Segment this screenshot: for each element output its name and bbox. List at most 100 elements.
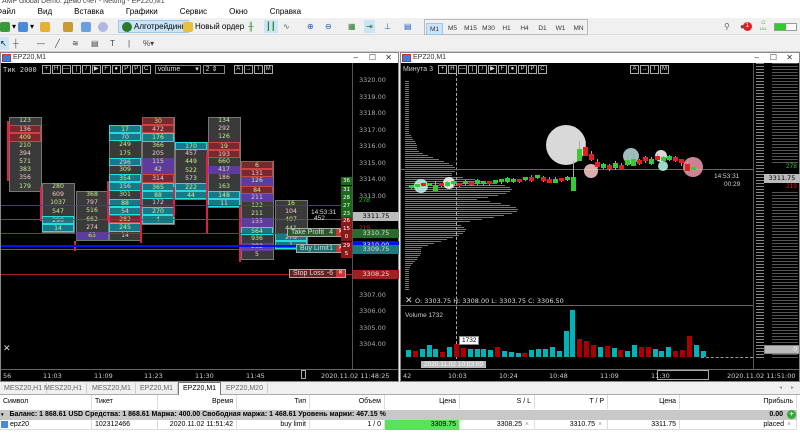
tab-epz20-m1-active[interactable]: EPZ20,M1 (178, 382, 222, 395)
cloud-button[interactable] (81, 20, 91, 33)
menu-help[interactable]: Справка (270, 6, 309, 18)
timeframe-m1[interactable]: M1 (426, 23, 443, 35)
vline-button[interactable]: | (128, 37, 130, 50)
timeframe-d1[interactable]: D1 (534, 23, 551, 35)
line-chart-button[interactable]: ∿ (283, 20, 290, 33)
take-profit-order[interactable]: Take Profit4✕ (287, 227, 346, 237)
ladder-tick (756, 345, 764, 346)
column-header[interactable]: S / L (460, 395, 535, 409)
volume-bar (680, 349, 685, 357)
column-header[interactable]: Цена (385, 395, 460, 409)
time-tick: 11:30 (195, 372, 214, 380)
dom-bid-level[interactable]: 29 (341, 241, 352, 250)
volume-bar (659, 351, 665, 357)
column-header[interactable]: Объем (310, 395, 385, 409)
crosshair-button[interactable]: ┼ (13, 37, 19, 50)
dom-ask-level[interactable]: 36 (341, 177, 352, 186)
column-header[interactable]: Символ (0, 395, 92, 409)
scroll-right-button[interactable]: ▸ (791, 384, 794, 391)
dom-ask-level[interactable]: 27 (341, 201, 352, 210)
column-header[interactable]: T / P (535, 395, 608, 409)
dom-ask-level[interactable]: 31 (341, 185, 352, 194)
buy-limit-order[interactable]: Buy Limit1✕ (296, 244, 346, 254)
menu-tools[interactable]: Сервис (180, 6, 215, 18)
tab-mesz20-m1[interactable]: MESZ20,M1 (88, 383, 136, 395)
bar-timer: 14:53:31 (714, 173, 740, 180)
menu-view[interactable]: Вид (38, 6, 60, 18)
remove-icon[interactable]: × (525, 420, 529, 430)
price-tick: 3316.00 (359, 142, 386, 150)
zoom-out-button[interactable]: ⊖ (325, 20, 332, 33)
templates-button[interactable]: ▤ (404, 20, 412, 33)
trendline-button[interactable]: ╱ (55, 37, 60, 50)
column-header[interactable]: Прибыль (680, 395, 797, 409)
column-header[interactable]: Время (158, 395, 237, 409)
scroll-handle[interactable] (301, 370, 306, 379)
new-chart-button[interactable]: ▾ (0, 20, 16, 33)
scroll-left-button[interactable]: ◂ (779, 384, 782, 391)
algotrading-button[interactable]: Алготрейдинг (118, 20, 189, 33)
add-icon[interactable]: + (787, 410, 796, 419)
more-tools-button[interactable]: %▾ (143, 37, 154, 50)
close-icon[interactable]: ✕ (336, 269, 345, 277)
price-ladder[interactable]: 278 3311.75 219 (754, 63, 800, 361)
hline-button[interactable]: — (37, 37, 45, 50)
timeframe-w1[interactable]: W1 (552, 23, 569, 35)
menu-file[interactable]: Файл (0, 6, 24, 18)
navigator-button[interactable] (40, 20, 50, 33)
ladder-tick (756, 93, 764, 94)
ladder-tick (756, 114, 764, 115)
timeframe-h4[interactable]: H4 (516, 23, 533, 35)
timeframe-m15[interactable]: M15 (462, 23, 479, 35)
bar-chart-button[interactable]: ╫ (248, 20, 254, 33)
chart-shift-button[interactable]: ⊥ (384, 20, 391, 33)
volume-profile-bar (405, 289, 409, 291)
candle-chart-button[interactable]: ┃┃ (264, 20, 278, 33)
menu-window[interactable]: Окно (229, 6, 256, 18)
text-button[interactable]: T (110, 37, 115, 50)
dom-ask-level[interactable]: 28 (341, 193, 352, 202)
dom-bid-level[interactable]: 26 (341, 216, 352, 225)
ladder-tick (756, 183, 764, 184)
tab-epz20-m1[interactable]: EPZ20,M1 (136, 383, 179, 395)
column-header[interactable]: Тип (237, 395, 310, 409)
profiles-button[interactable]: ▾ (18, 20, 34, 33)
tile-windows-button[interactable]: ▦ (348, 20, 356, 33)
column-header[interactable]: Тикет (92, 395, 158, 409)
search-button[interactable]: ⚲ (724, 20, 730, 33)
maximize-button[interactable]: ☐ (770, 53, 777, 63)
timeframe-m30[interactable]: M30 (480, 23, 497, 35)
timeframe-mn[interactable]: MN (570, 23, 587, 35)
remove-icon[interactable]: × (598, 420, 602, 430)
dom-bid-level[interactable]: 15 (341, 225, 352, 234)
tab-mesz20-h1[interactable]: MESZ20,H1 (40, 383, 88, 395)
chart-window-right: EPZ20,M1 – ☐ ✕ Минута 3 + H — | / ▶ F ● P P C A → I M… (400, 52, 800, 382)
close-button[interactable]: ✕ (786, 53, 793, 63)
minimize-button[interactable]: – (755, 53, 759, 63)
cluster-chart-area[interactable]: 123 136 409 210 394 571 383 356 179 280 609 1037 547… (1, 53, 353, 371)
candle (541, 177, 546, 181)
cursor-button[interactable]: ↖ (0, 37, 9, 50)
tab-epz20-m20[interactable]: EPZ20,M20 (222, 383, 268, 395)
price-axis[interactable]: 3320.00 3319.00 3318.00 3317.00 3316.00 3315.… (353, 53, 400, 371)
level-button[interactable]: ⌂ LVL (760, 19, 767, 33)
menu-charts[interactable]: Графики (126, 6, 166, 18)
remove-icon[interactable]: × (787, 420, 791, 430)
table-row[interactable]: epz20 102312466 2020.11.02 11:51:42 buy lim… (0, 420, 797, 430)
menu-insert[interactable]: Вставка (74, 6, 112, 18)
dom-bid-level[interactable]: 5 (341, 249, 352, 258)
volume-subwindow[interactable] (401, 306, 753, 359)
zoom-in-button[interactable]: ⊕ (307, 20, 314, 33)
column-header[interactable]: Цена (608, 395, 680, 409)
signal-button[interactable] (98, 20, 108, 33)
dom-bid-level[interactable]: 0 (341, 233, 352, 242)
timeframe-h1[interactable]: H1 (498, 23, 515, 35)
shapes-button[interactable]: ▤ (91, 37, 99, 50)
new-order-button[interactable]: Новый ордер (183, 20, 244, 33)
stop-loss-order[interactable]: Stop Loss -6 ✕ (289, 268, 346, 278)
timeframe-m5[interactable]: M5 (444, 23, 461, 35)
auto-scroll-button[interactable]: ⇥ (364, 20, 375, 33)
market-watch-button[interactable] (63, 20, 73, 33)
notifications-button[interactable]: ●1 (740, 20, 752, 33)
fibo-button[interactable]: ≋ (72, 37, 79, 50)
